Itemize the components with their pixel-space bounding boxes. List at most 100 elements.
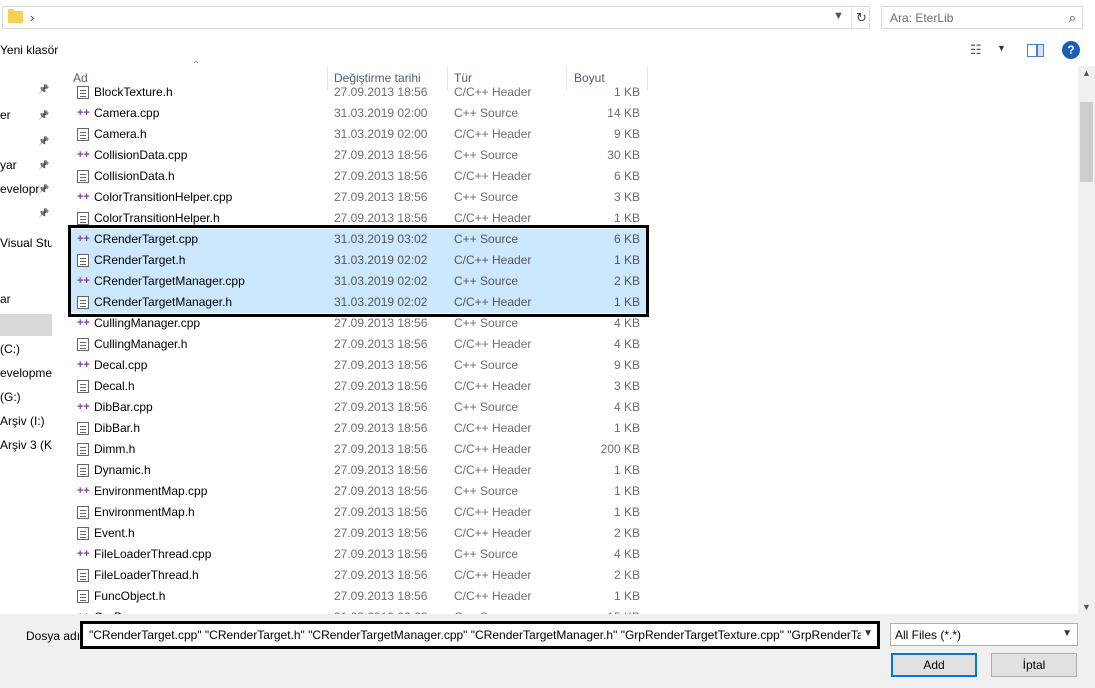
nav-item[interactable]: 📌	[0, 202, 52, 224]
file-size: 1 KB	[613, 421, 640, 435]
file-row[interactable]: ++ EnvironmentMap.cpp 27.09.2013 18:56 C++ …	[70, 481, 648, 502]
pin-icon[interactable]: 📌	[38, 130, 49, 152]
new-folder-button[interactable]: Yeni klasör	[0, 43, 58, 57]
file-row[interactable]: ++ Camera.cpp 31.03.2019 02:00 C++ Source 14…	[70, 103, 648, 124]
chevron-down-icon[interactable]: ▼	[1062, 628, 1072, 639]
chevron-down-icon[interactable]: ▼	[863, 628, 873, 639]
filename-value[interactable]: "CRenderTarget.cpp" "CRenderTarget.h" "C…	[89, 628, 861, 642]
pin-icon[interactable]: 📌	[38, 78, 49, 100]
nav-item[interactable]: 📌	[0, 130, 52, 152]
file-name: CullingManager.cpp	[94, 316, 201, 330]
nav-item[interactable]: yar 📌	[0, 154, 52, 176]
search-box[interactable]: Ara: EterLib ⌕	[881, 6, 1083, 29]
nav-item[interactable]: evelopr 📌	[0, 178, 52, 200]
dialog-footer: Dosya adı: "CRenderTarget.cpp" "CRenderT…	[0, 614, 1095, 688]
filename-input[interactable]: "CRenderTarget.cpp" "CRenderTarget.h" "C…	[80, 621, 880, 649]
file-name: Camera.cpp	[94, 106, 160, 120]
file-row[interactable]: ++ CollisionData.cpp 27.09.2013 18:56 C++ S…	[70, 145, 648, 166]
file-row[interactable]: FuncObject.h 27.09.2013 18:56 C/C++ Header…	[70, 586, 648, 607]
file-row[interactable]: ++ CRenderTargetManager.cpp 31.03.2019 02:…	[70, 271, 648, 292]
file-row[interactable]: ++ FileLoaderThread.cpp 27.09.2013 18:56 C+…	[70, 544, 648, 565]
file-row[interactable]: ++ CullingManager.cpp 27.09.2013 18:56 C++ …	[70, 313, 648, 334]
file-row[interactable]: CollisionData.h 27.09.2013 18:56 C/C++ Hea…	[70, 166, 648, 187]
file-date: 27.09.2013 18:56	[334, 421, 428, 435]
file-type: C/C++ Header	[454, 85, 532, 99]
file-size: 4 KB	[613, 337, 640, 351]
file-type: C/C++ Header	[454, 211, 532, 225]
file-type: C/C++ Header	[454, 127, 532, 141]
file-name: Camera.h	[94, 127, 147, 141]
file-row[interactable]: Dynamic.h 27.09.2013 18:56 C/C++ Header 1 K…	[70, 460, 648, 481]
file-type: C++ Source	[454, 274, 519, 288]
file-name: CollisionData.h	[94, 169, 175, 183]
file-size: 1 KB	[613, 295, 640, 309]
nav-item[interactable]: ar	[0, 288, 52, 310]
file-type: C/C++ Header	[454, 463, 532, 477]
nav-item-label: yar	[0, 158, 17, 172]
add-button[interactable]: Add	[891, 653, 977, 677]
file-row[interactable]: CRenderTargetManager.h 31.03.2019 02:02 C/…	[70, 292, 648, 313]
file-date: 27.09.2013 18:56	[334, 169, 428, 183]
search-icon[interactable]: ⌕	[1069, 10, 1076, 26]
file-size: 3 KB	[613, 379, 640, 393]
pin-icon[interactable]: 📌	[38, 154, 49, 176]
cancel-button[interactable]: İptal	[991, 653, 1077, 677]
file-name: EnvironmentMap.h	[94, 505, 195, 519]
file-row[interactable]: Event.h 27.09.2013 18:56 C/C++ Header 2 KB	[70, 523, 648, 544]
file-name: DibBar.h	[94, 421, 141, 435]
file-date: 27.09.2013 18:56	[334, 85, 428, 99]
file-date: 27.09.2013 18:56	[334, 547, 428, 561]
header-file-icon	[77, 506, 89, 519]
file-date: 31.03.2019 02:00	[334, 106, 428, 120]
file-row[interactable]: CRenderTarget.h 31.03.2019 02:02 C/C++ Hea…	[70, 250, 648, 271]
file-type: C/C++ Header	[454, 568, 532, 582]
nav-item[interactable]: er 📌	[0, 104, 52, 126]
help-icon[interactable]: ?	[1062, 41, 1080, 59]
file-size: 2 KB	[613, 526, 640, 540]
pin-icon[interactable]: 📌	[38, 104, 49, 126]
preview-pane-icon[interactable]	[1027, 44, 1044, 57]
header-file-icon	[77, 296, 89, 309]
file-row[interactable]: ColorTransitionHelper.h 27.09.2013 18:56 C…	[70, 208, 648, 229]
address-bar[interactable]: › ▼ ↻	[2, 6, 870, 29]
nav-item[interactable]: Visual Stud	[0, 232, 52, 254]
file-row[interactable]: ++ DibBar.cpp 27.09.2013 18:56 C++ Source 4 …	[70, 397, 648, 418]
refresh-icon[interactable]: ↻	[851, 7, 871, 28]
file-row[interactable]: ++ CRenderTarget.cpp 31.03.2019 03:02 C++ S…	[70, 229, 648, 250]
scroll-down-icon[interactable]: ▼	[1082, 602, 1091, 612]
file-row[interactable]: Dimm.h 27.09.2013 18:56 C/C++ Header 200 KB	[70, 439, 648, 460]
file-row[interactable]: ++ Decal.cpp 27.09.2013 18:56 C++ Source 9 K…	[70, 355, 648, 376]
chevron-down-icon[interactable]: ▼	[997, 43, 1006, 53]
file-row[interactable]: Decal.h 27.09.2013 18:56 C/C++ Header 3 KB	[70, 376, 648, 397]
file-row[interactable]: EnvironmentMap.h 27.09.2013 18:56 C/C++ He…	[70, 502, 648, 523]
pin-icon[interactable]: 📌	[38, 202, 49, 224]
nav-item[interactable]: 📌	[0, 78, 52, 100]
file-row[interactable]: Camera.h 31.03.2019 02:00 C/C++ Header 9 KB	[70, 124, 648, 145]
chevron-down-icon[interactable]: ▼	[833, 10, 844, 22]
vertical-scrollbar[interactable]: ▲ ▼	[1078, 66, 1095, 614]
nav-item[interactable]	[0, 314, 52, 336]
header-file-icon	[77, 128, 89, 141]
chevron-right-icon[interactable]: ›	[30, 10, 34, 25]
file-type-select[interactable]: All Files (*.*) ▼	[890, 623, 1078, 646]
file-date: 27.09.2013 18:56	[334, 442, 428, 456]
file-row[interactable]: FileLoaderThread.h 27.09.2013 18:56 C/C++ …	[70, 565, 648, 586]
file-type: C++ Source	[454, 148, 519, 162]
file-row[interactable]: DibBar.h 27.09.2013 18:56 C/C++ Header 1 KB	[70, 418, 648, 439]
scrollbar-thumb[interactable]	[1080, 102, 1093, 182]
file-row[interactable]: ++ ColorTransitionHelper.cpp 27.09.2013 18…	[70, 187, 648, 208]
scroll-up-icon[interactable]: ▲	[1082, 68, 1091, 78]
nav-item[interactable]: Arşiv (I:)	[0, 410, 52, 432]
nav-item[interactable]: evelopmer	[0, 362, 52, 384]
cpp-file-icon: ++	[77, 107, 90, 119]
file-row[interactable]: BlockTexture.h 27.09.2013 18:56 C/C++ Head…	[70, 85, 648, 103]
nav-item[interactable]: (G:)	[0, 386, 52, 408]
view-options-icon[interactable]: ☷	[970, 42, 982, 58]
nav-item[interactable]: Arşiv 3 (K:)	[0, 434, 52, 456]
nav-item[interactable]: (C:)	[0, 338, 52, 360]
file-row[interactable]: CullingManager.h 27.09.2013 18:56 C/C++ He…	[70, 334, 648, 355]
file-name: CRenderTarget.cpp	[94, 232, 199, 246]
pin-icon[interactable]: 📌	[38, 178, 49, 200]
header-file-icon	[77, 527, 89, 540]
nav-item[interactable]	[0, 262, 52, 284]
